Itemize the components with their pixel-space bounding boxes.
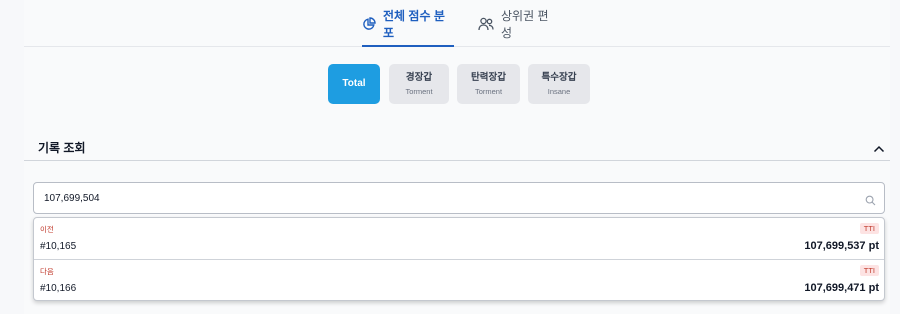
users-icon xyxy=(478,17,494,31)
tab-top-rank-composition[interactable]: 상위권 편성 xyxy=(478,0,558,47)
chevron-up-icon[interactable] xyxy=(872,142,886,154)
result-score: 107,699,471 pt xyxy=(804,282,879,294)
divider xyxy=(24,160,890,161)
filter-label: 특수장갑 xyxy=(541,71,577,83)
search-results-dropdown: 이전 TTI #10,165 107,699,537 pt 다음 TTI #10… xyxy=(33,217,885,301)
result-previous[interactable]: 이전 TTI #10,165 107,699,537 pt xyxy=(34,218,884,260)
tab-label: 전체 점수 분포 xyxy=(383,8,445,40)
result-score: 107,699,537 pt xyxy=(804,240,879,252)
filter-difficulty: Torment xyxy=(405,86,433,96)
filter-special-armor-button[interactable]: 특수장갑 Insane xyxy=(528,64,590,104)
tab-score-distribution[interactable]: 전체 점수 분포 xyxy=(362,0,454,47)
score-search-field xyxy=(33,182,885,214)
result-position-label: 다음 xyxy=(40,267,54,276)
result-rank: #10,165 xyxy=(40,241,77,252)
filter-total-button[interactable]: Total xyxy=(328,64,380,104)
filter-label: 경장갑 xyxy=(405,71,433,83)
active-tab-indicator xyxy=(362,45,454,47)
score-search-input[interactable] xyxy=(44,189,844,207)
filter-light-armor-button[interactable]: 경장갑 Torment xyxy=(389,64,449,104)
section-title: 기록 조회 xyxy=(38,141,86,155)
filter-label: Total xyxy=(342,78,366,89)
filter-label: 탄력장갑 xyxy=(471,71,506,83)
pie-chart-icon xyxy=(362,16,376,31)
view-tabs: 전체 점수 분포 상위권 편성 xyxy=(24,0,890,47)
filter-difficulty: Insane xyxy=(547,86,571,96)
filter-difficulty: Torment xyxy=(474,86,503,96)
search-icon[interactable] xyxy=(865,193,876,206)
filter-elastic-armor-button[interactable]: 탄력장갑 Torment xyxy=(457,64,520,104)
tier-badge: TTI xyxy=(859,223,879,234)
tab-label: 상위권 편성 xyxy=(501,8,549,40)
result-rank: #10,166 xyxy=(40,283,77,294)
result-next[interactable]: 다음 TTI #10,166 107,699,471 pt xyxy=(34,260,884,300)
tier-badge: TTI xyxy=(859,265,879,276)
result-position-label: 이전 xyxy=(40,225,54,234)
